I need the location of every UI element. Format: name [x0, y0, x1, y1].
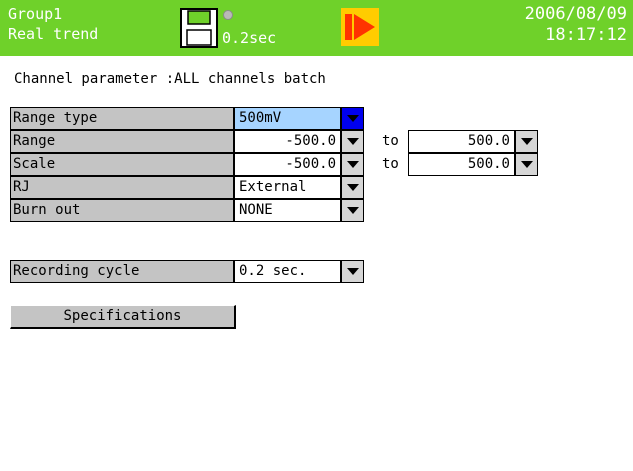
- range-type-dropdown[interactable]: [341, 107, 364, 130]
- specifications-button[interactable]: Specifications: [10, 305, 236, 329]
- burnout-dropdown[interactable]: [341, 199, 364, 222]
- range-to-label: to: [382, 133, 399, 149]
- recording-cycle-dropdown[interactable]: [341, 260, 364, 283]
- scale-to-label: to: [382, 156, 399, 172]
- scale-label: Scale: [10, 153, 234, 176]
- status-bar: Group1 Real trend 0.2sec 2006/08/09 18:1…: [0, 0, 633, 56]
- range-max-field[interactable]: 500.0: [408, 130, 515, 153]
- range-label: Range: [10, 130, 234, 153]
- rj-label: RJ: [10, 176, 234, 199]
- display-mode: Real trend: [8, 25, 99, 43]
- range-type-label: Range type: [10, 107, 234, 130]
- page-title: Channel parameter :ALL channels batch: [14, 71, 326, 87]
- status-dot-icon: [223, 10, 233, 20]
- burnout-label: Burn out: [10, 199, 234, 222]
- scale-max-dropdown[interactable]: [515, 153, 538, 176]
- rj-field[interactable]: External: [234, 176, 341, 199]
- recording-cycle-label: Recording cycle: [10, 260, 234, 283]
- rj-dropdown[interactable]: [341, 176, 364, 199]
- recording-cycle-field[interactable]: 0.2 sec.: [234, 260, 341, 283]
- date: 2006/08/09: [524, 4, 627, 24]
- datetime: 2006/08/09 18:17:12: [525, 4, 627, 46]
- scale-min-field[interactable]: -500.0: [234, 153, 341, 176]
- scale-max-field[interactable]: 500.0: [408, 153, 515, 176]
- range-max-dropdown[interactable]: [515, 130, 538, 153]
- range-min-field[interactable]: -500.0: [234, 130, 341, 153]
- group-name: Group1: [8, 5, 63, 23]
- group-info: Group1 Real trend: [8, 4, 98, 44]
- scan-cycle: 0.2sec: [222, 29, 277, 47]
- scale-min-dropdown[interactable]: [341, 153, 364, 176]
- range-min-dropdown[interactable]: [341, 130, 364, 153]
- time: 18:17:12: [545, 25, 627, 45]
- burnout-field[interactable]: NONE: [234, 199, 341, 222]
- save-disk-icon: [180, 8, 218, 48]
- record-icon: [341, 8, 379, 46]
- range-type-field[interactable]: 500mV: [234, 107, 341, 130]
